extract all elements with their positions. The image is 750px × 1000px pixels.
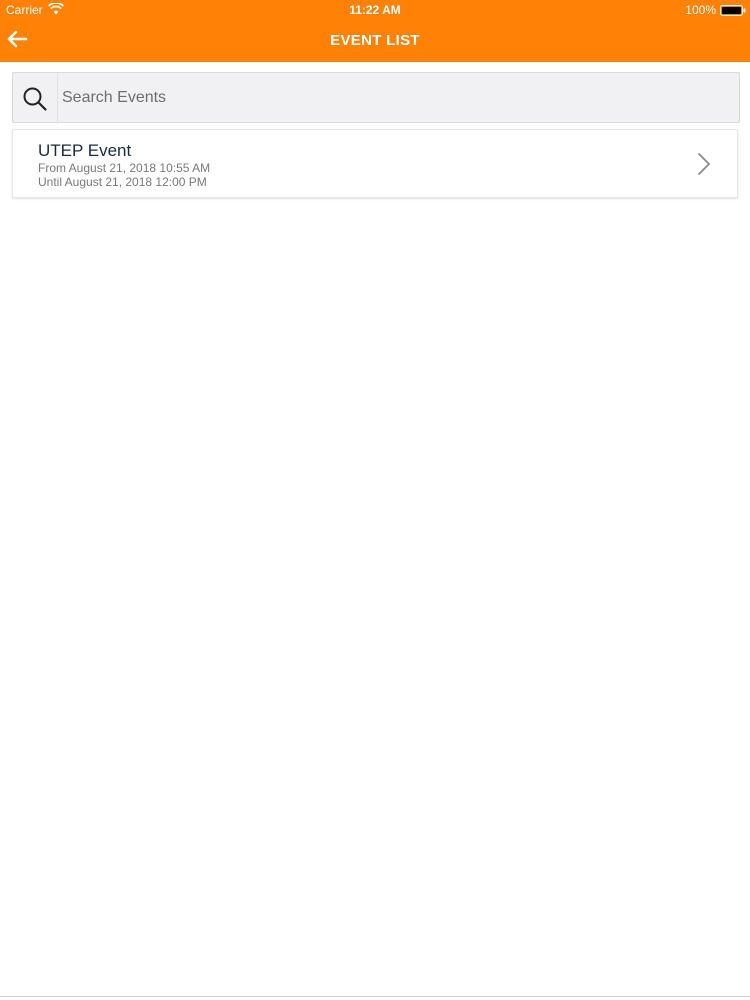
nav-bar: EVENT LIST — [0, 20, 750, 62]
battery-percentage: 100% — [685, 3, 716, 17]
search-input[interactable] — [62, 73, 732, 122]
event-start-time: From August 21, 2018 10:55 AM — [38, 161, 211, 175]
event-end-time: Until August 21, 2018 12:00 PM — [38, 175, 207, 189]
search-icon-container[interactable] — [13, 73, 58, 124]
search-icon — [23, 87, 47, 111]
bottom-divider — [0, 996, 750, 1000]
page-title: EVENT LIST — [330, 32, 420, 49]
status-bar: Carrier 11:22 AM 100% — [0, 0, 750, 20]
app-header: Carrier 11:22 AM 100% EVENT LIST — [0, 0, 750, 62]
status-time: 11:22 AM — [349, 3, 401, 17]
event-list-item[interactable]: UTEP Event From August 21, 2018 10:55 AM… — [12, 129, 738, 198]
battery-icon — [720, 5, 746, 16]
event-title: UTEP Event — [38, 141, 132, 160]
search-bar[interactable] — [12, 72, 740, 124]
chevron-right-icon — [698, 153, 710, 175]
